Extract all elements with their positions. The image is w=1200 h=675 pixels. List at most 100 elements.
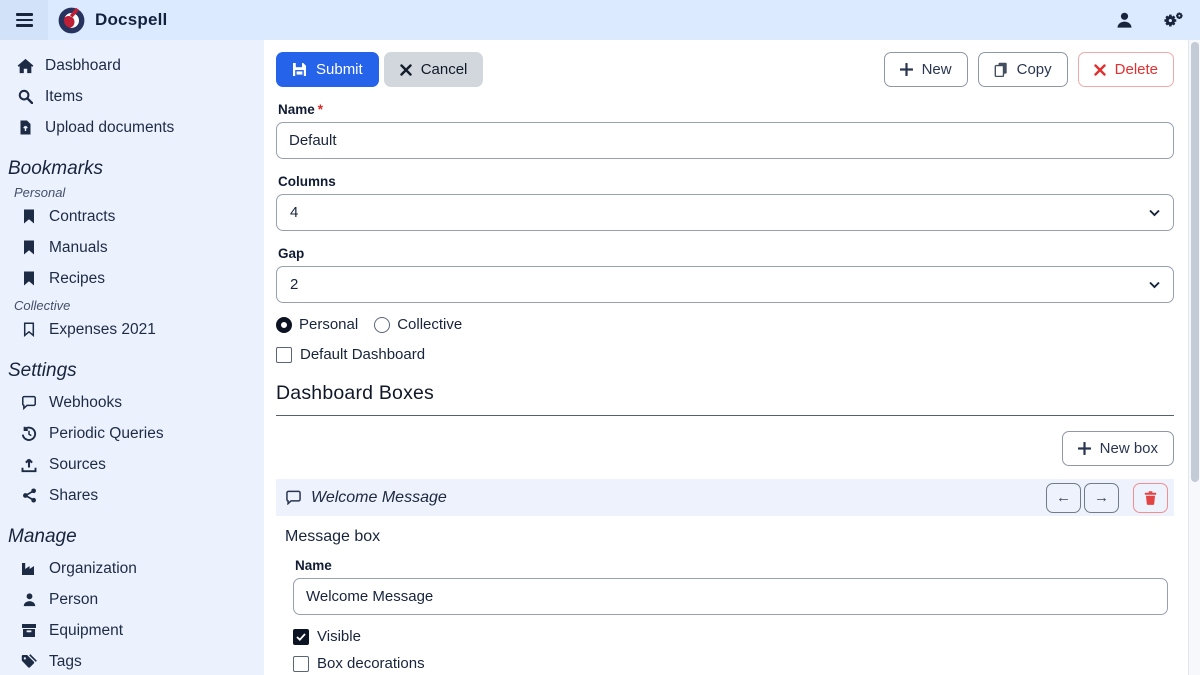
sidebar-toggle-button[interactable] — [0, 0, 48, 40]
sidebar-item-organization[interactable]: Organization — [12, 553, 264, 584]
box-kind-label: Message box — [285, 528, 1174, 546]
settings-section-title: Settings — [8, 360, 264, 382]
box-decorations-label: Box decorations — [317, 655, 425, 672]
arrow-left-icon: ← — [1056, 489, 1071, 506]
sidebar-item-label: Equipment — [49, 622, 123, 640]
app-title: Docspell — [95, 10, 167, 30]
bookmark-icon — [20, 209, 38, 224]
bookmark-item-recipes[interactable]: Recipes — [12, 263, 264, 294]
upload-icon — [20, 457, 38, 473]
check-icon — [296, 633, 306, 641]
sidebar-item-upload[interactable]: Upload documents — [8, 112, 264, 143]
collective-radio-label: Collective — [397, 316, 462, 333]
share-icon — [20, 488, 38, 503]
copy-button[interactable]: Copy — [978, 52, 1068, 87]
manage-section-title: Manage — [8, 526, 264, 548]
scrollbar-thumb[interactable] — [1191, 42, 1199, 482]
person-icon — [20, 592, 38, 607]
tags-icon — [20, 654, 38, 669]
required-mark: * — [318, 102, 323, 117]
sidebar-item-label: Organization — [49, 560, 137, 578]
comment-icon — [285, 490, 302, 505]
arrow-right-icon: → — [1094, 489, 1109, 506]
box-name-label: Name — [295, 558, 1168, 573]
sidebar-item-label: Dasbhoard — [45, 57, 121, 75]
file-upload-icon — [16, 120, 34, 135]
delete-button[interactable]: Delete — [1078, 52, 1174, 87]
archive-box-icon — [20, 623, 38, 638]
bookmarks-section-title: Bookmarks — [8, 158, 264, 180]
settings-menu-button[interactable] — [1162, 11, 1184, 29]
trash-icon — [1144, 491, 1157, 505]
delete-box-button[interactable] — [1133, 483, 1168, 513]
sidebar-item-sources[interactable]: Sources — [12, 449, 264, 480]
box-header: Welcome Message ← → — [276, 479, 1174, 516]
bookmarks-collective-label: Collective — [14, 298, 264, 313]
bookmark-icon — [20, 240, 38, 255]
personal-radio-label: Personal — [299, 316, 358, 333]
columns-label: Columns — [278, 174, 1174, 189]
default-dashboard-label: Default Dashboard — [300, 346, 425, 363]
sidebar-item-periodic-queries[interactable]: Periodic Queries — [12, 418, 264, 449]
sidebar-item-tags[interactable]: Tags — [12, 646, 264, 675]
sidebar-item-shares[interactable]: Shares — [12, 480, 264, 511]
sidebar-item-webhooks[interactable]: Webhooks — [12, 387, 264, 418]
sidebar-item-dashboard[interactable]: Dasbhoard — [8, 50, 264, 81]
sidebar-item-person[interactable]: Person — [12, 584, 264, 615]
bookmark-item-contracts[interactable]: Contracts — [12, 201, 264, 232]
chevron-down-icon — [1149, 281, 1160, 288]
bookmark-label: Manuals — [49, 239, 108, 257]
box-decorations-checkbox[interactable] — [293, 656, 309, 672]
move-box-right-button[interactable]: → — [1084, 483, 1119, 513]
comment-icon — [20, 395, 38, 410]
personal-radio[interactable] — [276, 317, 292, 333]
new-button[interactable]: New — [884, 52, 968, 87]
submit-button[interactable]: Submit — [276, 52, 379, 87]
sidebar-item-equipment[interactable]: Equipment — [12, 615, 264, 646]
app-logo[interactable]: Docspell — [58, 7, 167, 34]
sidebar-item-label: Upload documents — [45, 119, 174, 137]
main-content: Submit Cancel New Copy Delete Name* Colu… — [264, 40, 1188, 675]
bookmark-label: Expenses 2021 — [49, 321, 156, 339]
chevron-down-icon — [1149, 209, 1160, 216]
sidebar-item-label: Sources — [49, 456, 106, 474]
dashboard-boxes-heading: Dashboard Boxes — [276, 382, 1174, 416]
bookmark-label: Recipes — [49, 270, 105, 288]
sidebar-item-label: Items — [45, 88, 83, 106]
user-menu-button[interactable] — [1115, 11, 1134, 29]
columns-select[interactable]: 4 — [276, 194, 1174, 231]
x-icon — [400, 64, 412, 76]
visible-checkbox[interactable] — [293, 629, 309, 645]
bookmark-label: Contracts — [49, 208, 115, 226]
sidebar-item-label: Webhooks — [49, 394, 122, 412]
bookmark-outline-icon — [20, 322, 38, 337]
home-icon — [16, 58, 34, 74]
default-dashboard-checkbox[interactable] — [276, 347, 292, 363]
box-name-input[interactable] — [293, 578, 1168, 615]
new-box-button[interactable]: New box — [1062, 431, 1174, 466]
sidebar-item-label: Shares — [49, 487, 98, 505]
move-box-left-button[interactable]: ← — [1046, 483, 1081, 513]
plus-icon — [900, 63, 913, 76]
copy-icon — [994, 62, 1008, 77]
industry-icon — [20, 561, 38, 576]
gap-label: Gap — [278, 246, 1174, 261]
gap-select[interactable]: 2 — [276, 266, 1174, 303]
sidebar-item-items[interactable]: Items — [8, 81, 264, 112]
gears-icon — [1162, 11, 1184, 29]
collective-radio[interactable] — [374, 317, 390, 333]
cancel-button[interactable]: Cancel — [384, 52, 484, 87]
bookmark-item-expenses[interactable]: Expenses 2021 — [12, 314, 264, 345]
dashboard-box: Welcome Message ← → Message box Name Vis… — [276, 479, 1174, 675]
sidebar-item-label: Person — [49, 591, 98, 609]
bookmark-icon — [20, 271, 38, 286]
sidebar-item-label: Periodic Queries — [49, 425, 164, 443]
vertical-scrollbar[interactable] — [1188, 40, 1200, 675]
name-label: Name* — [278, 102, 1174, 117]
box-title: Welcome Message — [311, 489, 447, 507]
bookmark-item-manuals[interactable]: Manuals — [12, 232, 264, 263]
visible-label: Visible — [317, 628, 361, 645]
name-input[interactable] — [276, 122, 1174, 159]
topbar: Docspell — [0, 0, 1200, 40]
bookmarks-personal-label: Personal — [14, 185, 264, 200]
